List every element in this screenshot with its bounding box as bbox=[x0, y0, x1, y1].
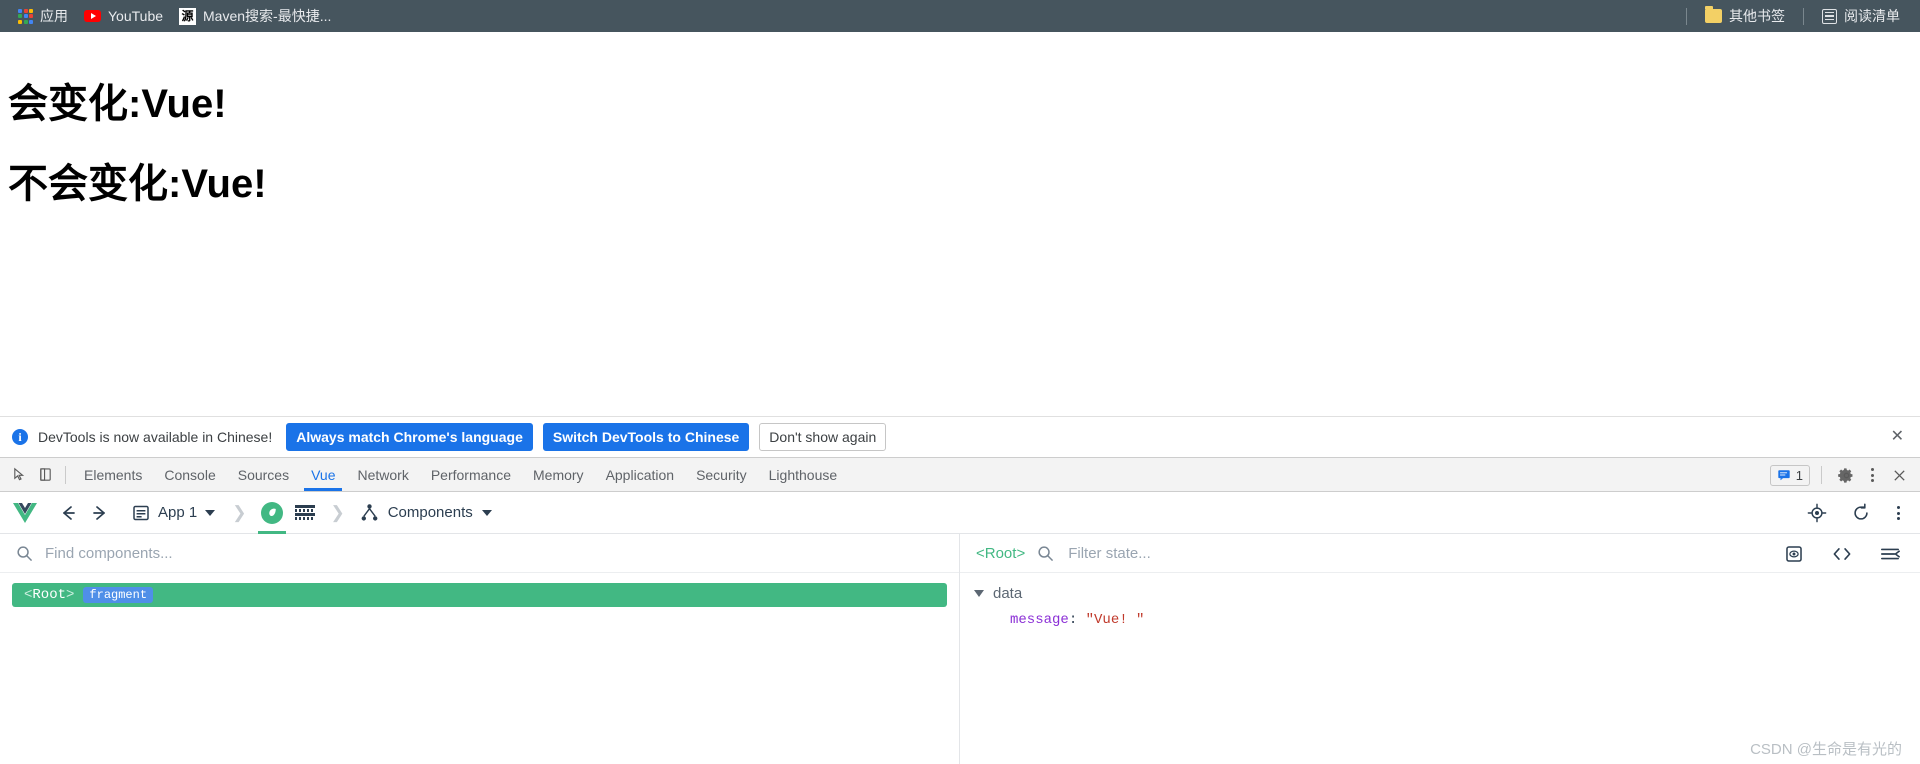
more-options-icon[interactable] bbox=[1889, 502, 1908, 524]
divider bbox=[1821, 466, 1822, 484]
devtools-tab-bar: Elements Console Sources Vue Network Per… bbox=[0, 458, 1920, 492]
state-entry-message[interactable]: message: "Vue! " bbox=[974, 602, 1920, 628]
app-label: App 1 bbox=[158, 504, 198, 521]
close-icon[interactable]: ✕ bbox=[1891, 429, 1904, 445]
state-group-label: data bbox=[993, 585, 1023, 602]
app-selector[interactable]: App 1 bbox=[124, 499, 223, 527]
bookmarks-bar: 应用 YouTube 源 Maven搜索-最快捷... 其他书签 阅读清单 bbox=[0, 0, 1920, 32]
state-body: data message: "Vue! " bbox=[960, 573, 1920, 628]
other-bookmarks-label: 其他书签 bbox=[1729, 8, 1785, 24]
tab-performance[interactable]: Performance bbox=[420, 459, 522, 490]
tree-node-tag: fragment bbox=[83, 587, 154, 603]
state-group-data[interactable]: data bbox=[974, 585, 1920, 602]
tab-vue[interactable]: Vue bbox=[300, 459, 346, 491]
back-arrow-icon[interactable] bbox=[52, 497, 84, 529]
selected-component-label: <Root> bbox=[976, 544, 1026, 562]
chevron-down-icon bbox=[205, 509, 216, 516]
grid-view-icon[interactable] bbox=[289, 497, 321, 529]
search-icon bbox=[1038, 545, 1054, 561]
settings-gear-icon[interactable] bbox=[1833, 462, 1859, 488]
more-options-icon[interactable] bbox=[1863, 464, 1882, 486]
state-entry-value: "Vue! " bbox=[1085, 612, 1145, 628]
device-toolbar-icon[interactable] bbox=[32, 462, 58, 488]
target-select-icon[interactable] bbox=[1801, 497, 1833, 529]
devtools-language-notification: i DevTools is now available in Chinese! … bbox=[0, 416, 1920, 458]
bookmark-apps-label: 应用 bbox=[40, 8, 68, 24]
reading-list[interactable]: 阅读清单 bbox=[1814, 5, 1908, 27]
state-entry-separator: : bbox=[1068, 612, 1078, 628]
reading-list-icon bbox=[1822, 8, 1837, 24]
state-entry-key: message bbox=[1010, 612, 1069, 628]
divider bbox=[1686, 7, 1687, 25]
tab-application[interactable]: Application bbox=[595, 459, 686, 490]
chevron-down-icon bbox=[481, 509, 492, 516]
components-label: Components bbox=[387, 504, 473, 521]
message-count: 1 bbox=[1795, 467, 1803, 483]
tree-node-label: <Root> bbox=[24, 587, 75, 603]
bookmark-maven-label: Maven搜索-最快捷... bbox=[203, 8, 332, 24]
heading-static: 不会变化:Vue! bbox=[8, 162, 267, 206]
vue-instance-tab[interactable] bbox=[255, 492, 289, 534]
breadcrumb-separator: ❯ bbox=[232, 502, 247, 522]
filter-state-input[interactable] bbox=[1066, 543, 1491, 563]
info-icon: i bbox=[12, 429, 28, 445]
bookmarks-bar-right: 其他书签 阅读清单 bbox=[1676, 0, 1908, 32]
tab-console[interactable]: Console bbox=[153, 459, 226, 490]
always-match-language-button[interactable]: Always match Chrome's language bbox=[286, 423, 533, 451]
notification-message: DevTools is now available in Chinese! bbox=[38, 429, 273, 445]
vue-devtools-main: <Root> fragment <Root> bbox=[0, 534, 1920, 764]
vue-instance-icon bbox=[261, 501, 284, 524]
component-tree-body: <Root> fragment bbox=[0, 573, 959, 607]
component-tree-icon bbox=[361, 504, 378, 521]
tab-memory[interactable]: Memory bbox=[522, 459, 595, 490]
breadcrumb-separator: ❯ bbox=[330, 502, 345, 522]
component-tree-panel: <Root> fragment bbox=[0, 534, 960, 764]
dont-show-again-button[interactable]: Don't show again bbox=[759, 423, 887, 451]
state-inspector-panel: <Root> data message: bbox=[960, 534, 1920, 764]
devtools-tab-bar-actions: 1 bbox=[1769, 458, 1912, 492]
watermark: CSDN @生命是有光的 bbox=[1750, 741, 1902, 758]
vue-logo-icon bbox=[13, 502, 37, 523]
divider bbox=[1803, 7, 1804, 25]
inspect-dom-icon[interactable] bbox=[1778, 538, 1810, 570]
tab-lighthouse[interactable]: Lighthouse bbox=[758, 459, 849, 490]
maven-icon: 源 bbox=[179, 7, 197, 25]
bookmark-apps[interactable]: 应用 bbox=[10, 5, 76, 27]
forward-arrow-icon[interactable] bbox=[84, 497, 116, 529]
components-panel-selector[interactable]: Components bbox=[354, 499, 498, 526]
bookmark-youtube[interactable]: YouTube bbox=[76, 5, 171, 27]
bookmark-youtube-label: YouTube bbox=[108, 8, 164, 24]
app-document-icon bbox=[133, 505, 149, 520]
youtube-icon bbox=[84, 10, 101, 22]
find-components-input[interactable] bbox=[43, 543, 647, 563]
component-search-row bbox=[0, 534, 959, 573]
messages-icon bbox=[1778, 470, 1790, 481]
open-in-editor-icon[interactable] bbox=[1826, 538, 1858, 570]
page-content: 会变化:Vue! 不会变化:Vue! bbox=[0, 32, 1920, 416]
state-panel-header: <Root> bbox=[960, 534, 1920, 573]
chevron-down-icon bbox=[974, 590, 984, 597]
divider bbox=[65, 465, 66, 484]
tree-node-root[interactable]: <Root> fragment bbox=[12, 583, 947, 607]
collapse-all-icon[interactable] bbox=[1874, 538, 1906, 570]
tab-elements[interactable]: Elements bbox=[73, 459, 153, 490]
vue-devtools-toolbar: App 1 ❯ ❯ Components bbox=[0, 492, 1920, 534]
close-devtools-icon[interactable] bbox=[1886, 462, 1912, 488]
apps-grid-icon bbox=[18, 8, 33, 24]
search-icon bbox=[17, 545, 32, 561]
vue-toolbar-actions bbox=[1801, 492, 1908, 534]
folder-icon bbox=[1705, 6, 1722, 23]
tab-network[interactable]: Network bbox=[346, 459, 419, 490]
state-panel-actions bbox=[1778, 534, 1906, 573]
refresh-icon[interactable] bbox=[1845, 497, 1877, 529]
bookmark-maven[interactable]: 源 Maven搜索-最快捷... bbox=[171, 5, 339, 28]
switch-devtools-to-chinese-button[interactable]: Switch DevTools to Chinese bbox=[542, 423, 750, 451]
heading-changing: 会变化:Vue! bbox=[8, 82, 227, 126]
tab-security[interactable]: Security bbox=[685, 459, 758, 490]
other-bookmarks[interactable]: 其他书签 bbox=[1697, 5, 1793, 27]
messages-chip[interactable]: 1 bbox=[1769, 464, 1810, 486]
reading-list-label: 阅读清单 bbox=[1844, 8, 1900, 24]
tab-sources[interactable]: Sources bbox=[227, 459, 300, 490]
inspect-element-icon[interactable] bbox=[6, 462, 32, 488]
